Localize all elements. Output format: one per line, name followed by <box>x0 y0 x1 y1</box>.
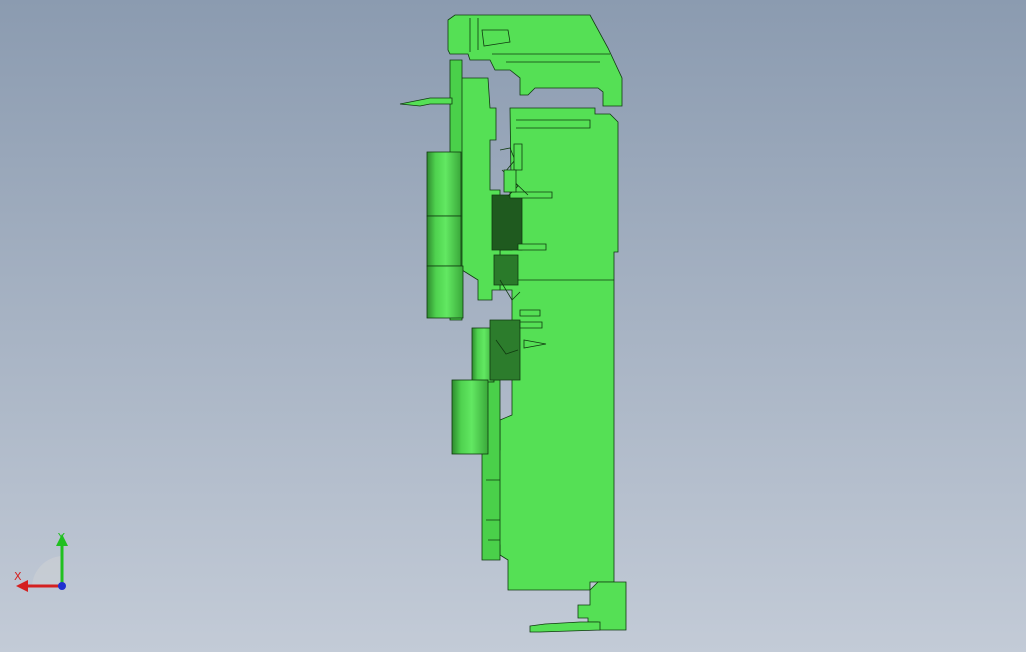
upper-cylinder-2 <box>426 215 462 267</box>
cad-model[interactable] <box>0 0 1026 652</box>
upper-cylinder-3 <box>426 265 464 319</box>
dark-recess-1 <box>491 194 523 251</box>
z-axis-dot <box>58 582 66 590</box>
bottom-tab <box>529 621 601 633</box>
3d-viewport[interactable]: X Y <box>0 0 1026 652</box>
pin-4 <box>519 321 543 329</box>
axis-triad: X Y <box>14 531 68 592</box>
dark-recess-2 <box>493 254 519 286</box>
y-axis-label: Y <box>57 531 65 544</box>
lower-cylinder <box>451 379 489 455</box>
left-pin <box>399 97 453 107</box>
x-axis-label: X <box>14 570 22 583</box>
pin-1 <box>509 191 553 199</box>
small-box-1 <box>513 143 523 171</box>
triad-quadrant <box>32 556 62 586</box>
upper-cylinder-1 <box>426 151 462 217</box>
small-box-2 <box>503 169 517 193</box>
pin-2 <box>517 243 547 251</box>
model-body <box>399 14 627 633</box>
pin-3 <box>519 309 541 317</box>
dark-recess-3 <box>489 319 521 381</box>
